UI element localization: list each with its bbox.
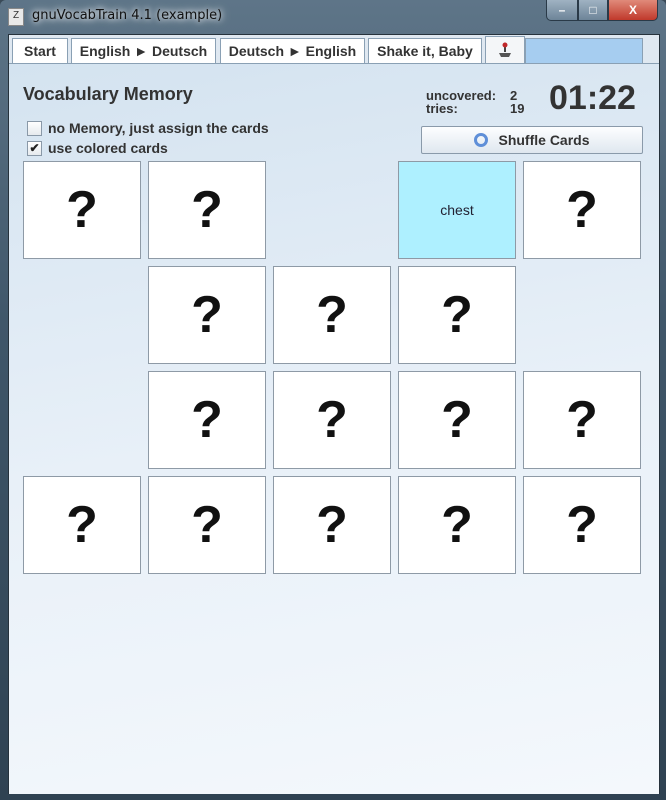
tab-label: English ► Deutsch [79, 43, 208, 59]
memory-card-hidden[interactable]: ? [148, 161, 266, 259]
memory-card-hidden[interactable]: ? [273, 371, 391, 469]
question-mark-icon: ? [441, 391, 473, 449]
memory-panel: Vocabulary Memory no Memory, just assign… [9, 63, 659, 794]
no-memory-checkbox[interactable]: no Memory, just assign the cards [27, 120, 269, 136]
memory-card-hidden[interactable]: ? [273, 476, 391, 574]
minimize-icon: – [558, 3, 566, 17]
checkbox-label: use colored cards [48, 140, 168, 156]
tab-label: Start [24, 43, 56, 59]
question-mark-icon: ? [191, 391, 223, 449]
tab-shake-it-baby[interactable]: Shake it, Baby [368, 38, 482, 63]
close-button[interactable]: X [608, 0, 658, 21]
timer: 01:22 [549, 79, 636, 117]
tries-value: 19 [510, 101, 525, 116]
colored-cards-checkbox[interactable]: ✔ use colored cards [27, 140, 168, 156]
tab-english-deutsch[interactable]: English ► Deutsch [71, 38, 216, 63]
shuffle-label: Shuffle Cards [498, 132, 590, 148]
shuffle-cards-button[interactable]: Shuffle Cards [421, 126, 643, 154]
tries-label: tries: [426, 101, 458, 116]
tab-memory-game[interactable] [485, 36, 525, 63]
checkbox-label: no Memory, just assign the cards [48, 120, 269, 136]
memory-card-hidden[interactable]: ? [398, 476, 516, 574]
question-mark-icon: ? [191, 286, 223, 344]
memory-card-hidden[interactable]: ? [23, 476, 141, 574]
memory-card-hidden[interactable]: ? [398, 371, 516, 469]
app-icon: Z [8, 8, 24, 26]
joystick-icon [499, 42, 511, 57]
page-title: Vocabulary Memory [23, 84, 193, 104]
memory-card-hidden[interactable]: ? [148, 476, 266, 574]
tab-start[interactable]: Start [12, 38, 68, 63]
minimize-button[interactable]: – [546, 0, 578, 21]
question-mark-icon: ? [191, 496, 223, 554]
memory-card-hidden[interactable]: ? [148, 371, 266, 469]
maximize-button[interactable]: □ [578, 0, 608, 21]
memory-card-uncovered[interactable]: chest [398, 161, 516, 259]
question-mark-icon: ? [566, 391, 598, 449]
question-mark-icon: ? [441, 496, 473, 554]
window-title: gnuVocabTrain 4.1 (example) [32, 8, 223, 23]
memory-card-hidden[interactable]: ? [523, 161, 641, 259]
question-mark-icon: ? [316, 496, 348, 554]
tab-bar: Start English ► Deutsch Deutsch ► Englis… [9, 35, 659, 63]
question-mark-icon: ? [66, 496, 98, 554]
checkbox-box[interactable] [27, 120, 42, 136]
memory-card-hidden[interactable]: ? [148, 266, 266, 364]
question-mark-icon: ? [316, 391, 348, 449]
close-icon: X [628, 3, 637, 17]
memory-card-hidden[interactable]: ? [398, 266, 516, 364]
memory-card-hidden[interactable]: ? [273, 266, 391, 364]
tab-label: Deutsch ► English [228, 43, 357, 59]
checkmark-icon[interactable]: ✔ [27, 140, 42, 156]
card-word: chest [440, 202, 474, 218]
shuffle-icon [474, 133, 489, 147]
title-bar[interactable]: Z gnuVocabTrain 4.1 (example) – □ X [0, 0, 666, 34]
tab-deutsch-english[interactable]: Deutsch ► English [220, 38, 365, 63]
memory-card-hidden[interactable]: ? [523, 371, 641, 469]
tab-bar-filler [525, 38, 643, 63]
question-mark-icon: ? [566, 496, 598, 554]
question-mark-icon: ? [191, 181, 223, 239]
question-mark-icon: ? [66, 181, 98, 239]
maximize-icon: □ [589, 3, 597, 17]
app-window: Z gnuVocabTrain 4.1 (example) – □ X Star… [0, 0, 666, 800]
tab-label: Shake it, Baby [377, 43, 473, 59]
memory-card-hidden[interactable]: ? [523, 476, 641, 574]
memory-card-hidden[interactable]: ? [23, 161, 141, 259]
client-area: Start English ► Deutsch Deutsch ► Englis… [8, 34, 660, 794]
question-mark-icon: ? [566, 181, 598, 239]
question-mark-icon: ? [316, 286, 348, 344]
question-mark-icon: ? [441, 286, 473, 344]
